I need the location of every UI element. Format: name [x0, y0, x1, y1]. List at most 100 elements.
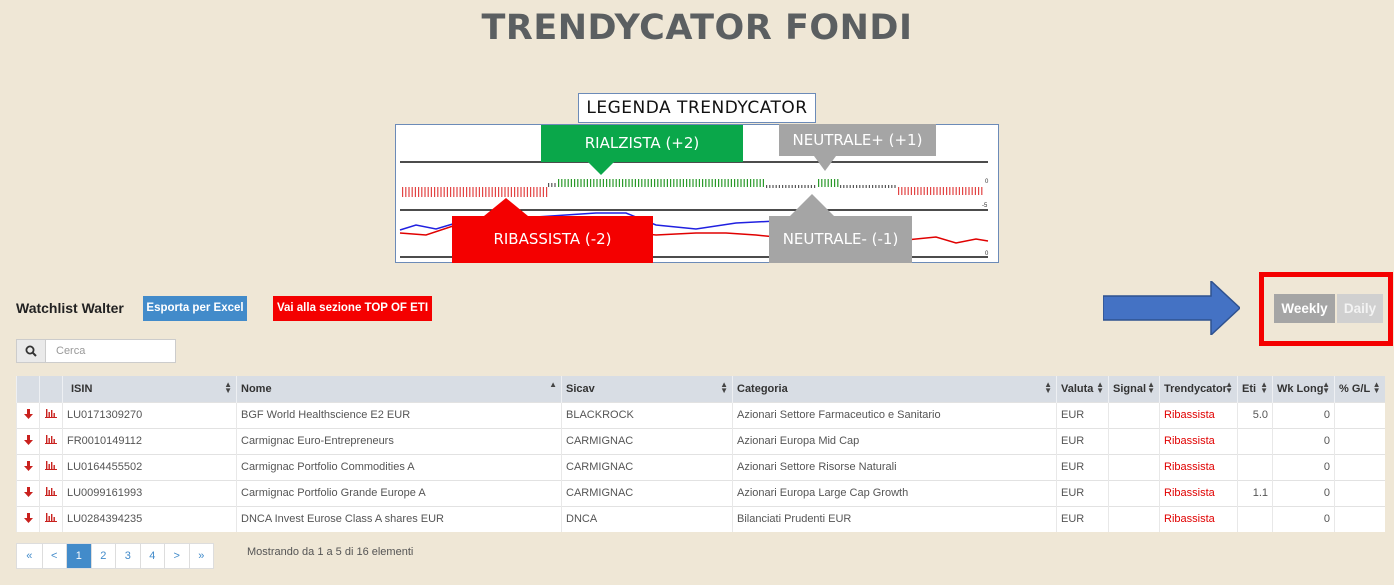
- chart-cell[interactable]: [39, 427, 63, 454]
- histogram-bar: [577, 179, 579, 187]
- scale-label-zero-bottom: 0: [985, 251, 989, 257]
- col-header-gl[interactable]: % G/L ▲ ▼: [1334, 376, 1385, 402]
- bar-chart-icon[interactable]: [45, 487, 57, 496]
- export-excel-button[interactable]: Esporta per Excel: [143, 296, 247, 321]
- col-header-signal[interactable]: Signal ▲ ▼: [1108, 376, 1160, 402]
- pagination-prev[interactable]: <: [41, 544, 67, 568]
- arrow-down-icon[interactable]: [23, 460, 33, 471]
- bar-chart-icon[interactable]: [45, 435, 57, 444]
- histogram-bar: [689, 179, 691, 187]
- histogram-bar: [520, 187, 522, 197]
- pagination-info: Mostrando da 1 a 5 di 16 elementi: [247, 546, 414, 558]
- chart-cell[interactable]: [39, 505, 63, 532]
- histogram-bar: [801, 185, 803, 188]
- histogram-bar: [650, 179, 652, 187]
- scale-label-minus5: -5: [982, 203, 988, 209]
- histogram-bar: [727, 179, 729, 187]
- histogram-bar: [482, 187, 484, 197]
- sicav-cell: DNCA: [561, 505, 733, 532]
- trendycator-cell: Ribassista: [1159, 427, 1238, 454]
- pagination-next[interactable]: >: [164, 544, 189, 568]
- col-header-label: Nome: [241, 382, 272, 395]
- search-input[interactable]: [46, 339, 176, 363]
- action-cell[interactable]: [16, 505, 40, 532]
- valuta-cell: EUR: [1056, 453, 1109, 480]
- arrow-down-icon[interactable]: [23, 512, 33, 523]
- table-row[interactable]: LU0099161993 Carmignac Portfolio Grande E…: [16, 479, 1385, 506]
- search-button[interactable]: [16, 339, 46, 363]
- chart-cell[interactable]: [39, 479, 63, 506]
- histogram-bar: [914, 187, 916, 195]
- categoria-cell: Azionari Europa Mid Cap: [732, 427, 1057, 454]
- histogram-bar: [810, 185, 812, 188]
- histogram-bar: [530, 187, 532, 197]
- histogram-bar: [775, 185, 777, 188]
- valuta-cell: EUR: [1056, 401, 1109, 428]
- table-row[interactable]: FR0010149112 Carmignac Euro-Entrepreneurs…: [16, 427, 1385, 454]
- pagination-page-1[interactable]: 1: [66, 544, 91, 568]
- sort-icon: ▲ ▼: [1147, 380, 1155, 395]
- col-header-isin[interactable]: ISIN ▲ ▼: [62, 376, 237, 402]
- histogram-bar: [981, 187, 983, 195]
- arrow-down-icon[interactable]: [23, 408, 33, 419]
- histogram-bar: [933, 187, 935, 195]
- chart-cell[interactable]: [39, 453, 63, 480]
- chart-cell[interactable]: [39, 401, 63, 428]
- histogram-bar: [676, 179, 678, 187]
- col-header-wk-long[interactable]: Wk Long ▲ ▼: [1272, 376, 1335, 402]
- signal-cell: [1108, 427, 1160, 454]
- top-of-eti-button[interactable]: Vai alla sezione TOP OF ETI: [273, 296, 432, 321]
- col-header-categoria[interactable]: Categoria ▲ ▼: [732, 376, 1057, 402]
- action-cell[interactable]: [16, 453, 40, 480]
- pagination-last[interactable]: »: [188, 544, 214, 568]
- daily-toggle-button[interactable]: Daily: [1337, 294, 1383, 323]
- histogram-bar: [724, 179, 726, 187]
- histogram-bar: [884, 185, 886, 188]
- histogram-bar: [750, 179, 752, 187]
- table-row[interactable]: LU0284394235 DNCA Invest Eurose Class A s…: [16, 505, 1385, 532]
- histogram-bar: [472, 187, 474, 197]
- pagination-first[interactable]: «: [17, 544, 42, 568]
- page-title: TRENDYCATOR FONDI: [481, 8, 913, 48]
- table-row[interactable]: LU0164455502 Carmignac Portfolio Commodit…: [16, 453, 1385, 480]
- isin-cell: LU0099161993: [62, 479, 237, 506]
- bar-chart-icon[interactable]: [45, 513, 57, 523]
- col-header-eti[interactable]: Eti ▲ ▼: [1237, 376, 1273, 402]
- valuta-cell: EUR: [1056, 427, 1109, 454]
- pagination-page-2[interactable]: 2: [90, 544, 116, 568]
- histogram-bar: [462, 187, 464, 197]
- arrow-down-icon[interactable]: [23, 434, 33, 445]
- pagination-page-4[interactable]: 4: [139, 544, 165, 568]
- histogram-bar: [788, 185, 790, 188]
- histogram-bar: [561, 179, 563, 187]
- histogram-bar: [641, 179, 643, 187]
- action-cell[interactable]: [16, 401, 40, 428]
- histogram-bar: [798, 185, 800, 188]
- col-header-sicav[interactable]: Sicav ▲ ▼: [561, 376, 733, 402]
- col-header-label: % G/L: [1339, 382, 1371, 395]
- histogram-bar: [692, 179, 694, 187]
- nome-cell: Carmignac Portfolio Grande Europe A: [236, 479, 562, 506]
- histogram-bar: [949, 187, 951, 195]
- histogram-bar: [494, 187, 496, 197]
- col-header-nome[interactable]: Nome ▲: [236, 376, 562, 402]
- histogram-bar: [968, 187, 970, 195]
- col-header-valuta[interactable]: Valuta ▲ ▼: [1056, 376, 1109, 402]
- action-cell[interactable]: [16, 479, 40, 506]
- action-cell[interactable]: [16, 427, 40, 454]
- bar-chart-icon[interactable]: [45, 461, 57, 470]
- arrow-down-icon[interactable]: [23, 486, 33, 497]
- trendycator-legend: LEGENDA TRENDYCATOR 0 -5 0 oscillator RI…: [395, 93, 999, 263]
- histogram-bar: [478, 187, 480, 197]
- histogram-bar: [917, 187, 919, 195]
- table-row[interactable]: LU0171309270 BGF World Healthscience E2 E…: [16, 401, 1385, 428]
- col-header-trendycator[interactable]: Trendycator ▲ ▼: [1159, 376, 1238, 402]
- pagination-page-3[interactable]: 3: [115, 544, 140, 568]
- histogram-bar: [679, 179, 681, 187]
- bar-chart-icon[interactable]: [45, 409, 57, 418]
- histogram-bar: [554, 183, 556, 187]
- gl-cell: [1334, 401, 1385, 428]
- histogram-bar: [910, 187, 912, 195]
- weekly-toggle-button[interactable]: Weekly: [1274, 294, 1335, 323]
- histogram-bar: [766, 185, 768, 188]
